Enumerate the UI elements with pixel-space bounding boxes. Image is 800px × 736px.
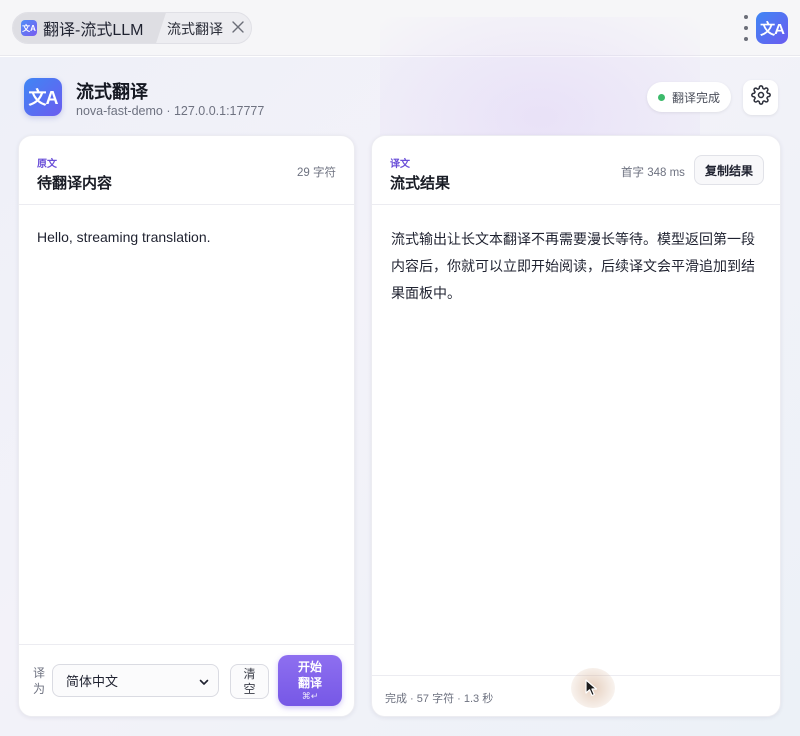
start-translate-button[interactable]: 开始 翻译 ⌘↵ xyxy=(278,655,342,706)
app-logo-icon: 文A xyxy=(24,78,62,116)
source-panel: 原文 待翻译内容 29 字符 Hello, streaming translat… xyxy=(18,135,355,717)
start-button-label-line1: 开始 xyxy=(297,660,322,674)
app-tab-group[interactable]: 文A 翻译-流式LLM 流式翻译 xyxy=(12,12,252,44)
main-area: 文A 流式翻译 nova-fast-demo · 127.0.0.1:17777… xyxy=(0,17,800,736)
result-panel: 译文 流式结果 首字 348 ms 复制结果 流式输出让长文本翻译不再需要漫长等… xyxy=(371,135,781,717)
chevron-down-icon xyxy=(198,676,210,691)
source-kicker: 原文 xyxy=(37,159,57,170)
gear-icon xyxy=(750,85,771,110)
model-endpoint: nova-fast-demo · 127.0.0.1:17777 xyxy=(76,104,265,118)
app-logo-icon[interactable]: 文A xyxy=(756,12,788,44)
source-title: 待翻译内容 xyxy=(37,175,113,192)
result-panel-header: 译文 流式结果 首字 348 ms 复制结果 xyxy=(372,136,780,205)
app-tab-title: 翻译-流式LLM xyxy=(43,22,144,39)
source-panel-header: 原文 待翻译内容 29 字符 xyxy=(19,136,354,205)
page-title: 流式翻译 xyxy=(76,82,148,102)
result-title: 流式结果 xyxy=(390,175,451,192)
clear-button-label: 清空 xyxy=(243,666,256,696)
first-token-latency: 首字 348 ms xyxy=(621,167,685,179)
copy-result-button[interactable]: 复制结果 xyxy=(694,155,764,185)
result-kicker: 译文 xyxy=(390,159,410,170)
status-dot-icon xyxy=(658,93,665,101)
result-stats: 完成 · 57 字符 · 1.3 秒 xyxy=(385,693,494,705)
status-text: 翻译完成 xyxy=(672,90,721,105)
mouse-cursor-icon xyxy=(585,679,601,702)
source-textarea[interactable]: Hello, streaming translation. xyxy=(37,227,336,247)
start-shortcut-hint: ⌘↵ xyxy=(301,691,319,701)
result-text: 流式输出让长文本翻译不再需要漫长等待。模型返回第一段内容后，你就可以立即开始阅读… xyxy=(391,231,755,301)
source-panel-footer: 译为 简体中文 清空 开始 翻译 ⌘↵ xyxy=(19,644,354,716)
target-language-value: 简体中文 xyxy=(66,674,119,689)
status-badge: 翻译完成 xyxy=(647,82,731,112)
page-tab-label[interactable]: 流式翻译 xyxy=(167,19,223,39)
settings-button[interactable] xyxy=(743,80,778,115)
kebab-menu-icon[interactable] xyxy=(740,15,752,41)
target-language-select[interactable]: 简体中文 xyxy=(52,664,219,697)
source-char-count: 29 字符 xyxy=(297,167,336,179)
close-icon[interactable] xyxy=(231,20,245,34)
app-tab[interactable]: 文A 翻译-流式LLM xyxy=(13,13,153,43)
translate-logo-icon: 文A xyxy=(21,20,37,36)
clear-button[interactable]: 清空 xyxy=(230,664,269,699)
start-button-label-line2: 翻译 xyxy=(297,676,322,690)
target-language-label: 译为 xyxy=(33,666,46,696)
